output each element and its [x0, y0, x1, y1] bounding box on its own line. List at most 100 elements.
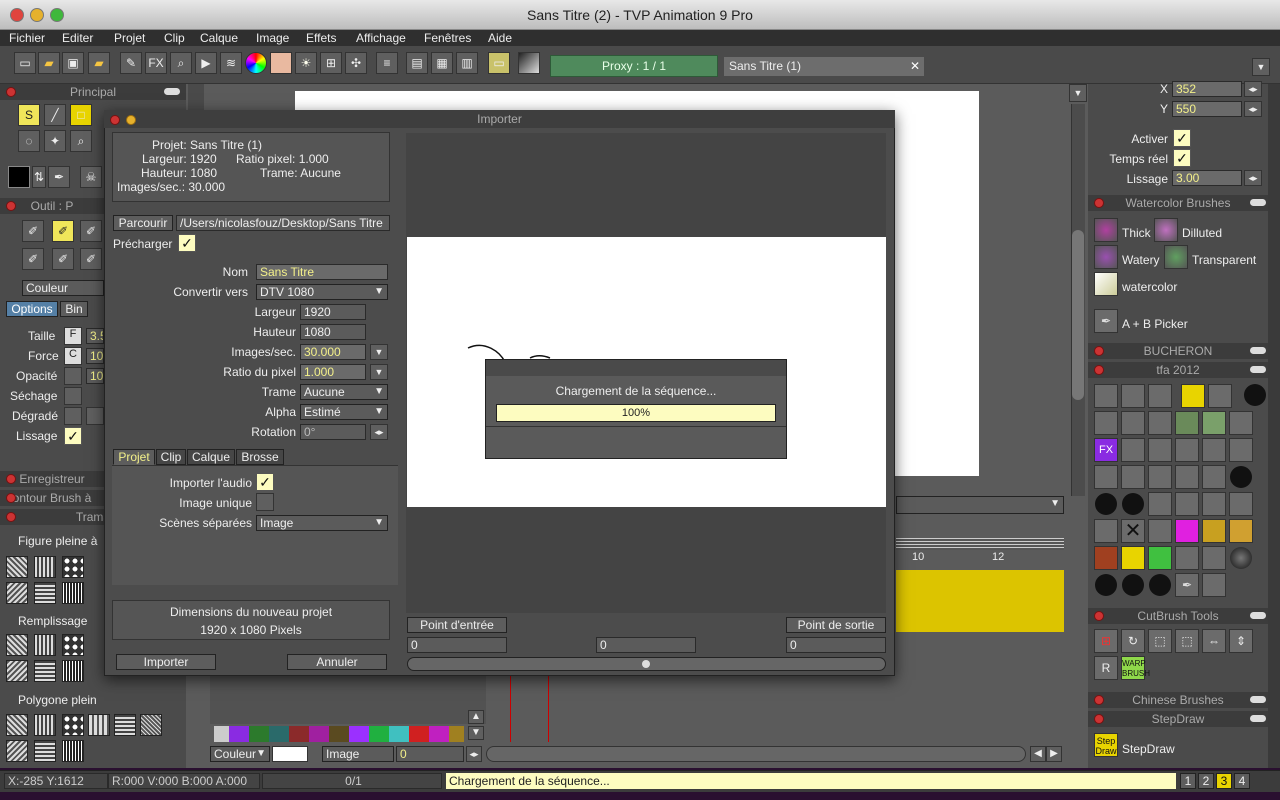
tab-brosse[interactable]: Brosse — [236, 449, 284, 465]
tfa-brush-icon[interactable] — [1175, 492, 1199, 516]
parcourir-button[interactable]: Parcourir — [113, 215, 173, 231]
tfa-brush-icon[interactable] — [1121, 384, 1145, 408]
tfa-brush-icon[interactable] — [1121, 411, 1145, 435]
grid2-icon[interactable]: ▦ — [431, 52, 453, 74]
transparent-brush-icon[interactable] — [1164, 245, 1188, 269]
path-field[interactable]: /Users/nicolasfouz/Desktop/Sans Titre — [176, 215, 390, 231]
mid-point-field[interactable]: 0 — [596, 637, 696, 653]
tfa-brush-icon[interactable] — [1148, 411, 1172, 435]
zoom-window-button[interactable] — [50, 8, 64, 22]
skull-icon[interactable]: ☠ — [80, 166, 102, 188]
taille-mode-box[interactable]: F — [64, 327, 82, 345]
menu-image[interactable]: Image — [256, 31, 289, 45]
pattern-swatch[interactable] — [62, 740, 84, 762]
collapse-stepdraw-icon[interactable] — [1250, 715, 1266, 722]
degrade-box[interactable] — [64, 407, 82, 425]
tfa-brush-icon[interactable] — [1175, 411, 1199, 435]
toolbar-dropdown-icon[interactable]: ▼ — [1252, 58, 1270, 76]
timeline-hscroll[interactable] — [486, 746, 1026, 762]
save-icon[interactable]: ▣ — [62, 52, 84, 74]
tfa-brush-icon[interactable] — [1148, 438, 1172, 462]
line-tool-icon[interactable]: ╱ — [44, 104, 66, 126]
stepdraw-icon[interactable]: Step Draw — [1094, 733, 1118, 757]
lightbulb-icon[interactable]: ☀ — [295, 52, 317, 74]
brush-tools-icon[interactable]: ✎ — [120, 52, 142, 74]
importer-audio-checkbox[interactable]: ✓ — [256, 473, 274, 491]
point-sortie-button[interactable]: Point de sortie — [786, 617, 886, 633]
pattern-swatch[interactable] — [62, 556, 84, 578]
force-field[interactable]: 10 — [86, 348, 104, 364]
opacite-field[interactable]: 10 — [86, 368, 104, 384]
tfa-brush-icon[interactable] — [1094, 411, 1118, 435]
monitor-icon[interactable]: ▭ — [488, 52, 510, 74]
largeur-field[interactable]: 1920 — [300, 304, 366, 320]
pattern-swatch[interactable] — [62, 634, 84, 656]
tfa-brush-icon[interactable] — [1148, 519, 1172, 543]
lissage-checkbox[interactable]: ✓ — [64, 427, 82, 445]
page-button-4[interactable]: 4 — [1234, 773, 1250, 789]
eyedropper-icon[interactable]: ✒ — [48, 166, 70, 188]
tfa-brush-icon[interactable] — [1181, 384, 1205, 408]
close-enregistreur-icon[interactable] — [6, 474, 16, 484]
dilluted-brush-icon[interactable] — [1154, 218, 1178, 242]
close-contour-icon[interactable] — [6, 493, 16, 503]
page-button-1[interactable]: 1 — [1180, 773, 1196, 789]
menu-fichier[interactable]: Fichier — [9, 31, 45, 45]
convertir-select[interactable]: DTV 1080 ▼ — [256, 284, 388, 300]
tfa-brush-icon[interactable] — [1148, 492, 1172, 516]
point-entree-button[interactable]: Point d'entrée — [407, 617, 507, 633]
tfa-brush-icon[interactable] — [1148, 546, 1172, 570]
tfa-brush-icon[interactable] — [1148, 465, 1172, 489]
page-button-3[interactable]: 3 — [1216, 773, 1232, 789]
tab-options[interactable]: Options — [6, 301, 58, 317]
warp-brush-icon[interactable]: WARP BRUSH — [1121, 656, 1150, 680]
pen-tool-icon[interactable]: S — [18, 104, 40, 126]
canvas-vscroll-thumb[interactable] — [1072, 230, 1084, 400]
tfa-brush-icon[interactable] — [1175, 438, 1199, 462]
timeline-right-arrow-icon[interactable]: ▶ — [1046, 746, 1062, 762]
sechage-box[interactable] — [64, 387, 82, 405]
timeline-couleur-select[interactable]: Couleur ▼ — [210, 746, 270, 762]
collapse-cutbrush-icon[interactable] — [1250, 612, 1266, 619]
tfa-brush-icon[interactable] — [1208, 384, 1232, 408]
tfa-brush-icon[interactable] — [1175, 546, 1199, 570]
tfa-round-brush-icon[interactable] — [1149, 574, 1171, 596]
y-stepper-icon[interactable]: ◂▸ — [1244, 101, 1262, 117]
tfa-brush-icon[interactable] — [1202, 573, 1226, 597]
play-icon[interactable]: ▶ — [195, 52, 217, 74]
minimize-window-button[interactable] — [30, 8, 44, 22]
tfa-round-brush-icon[interactable] — [1122, 574, 1144, 596]
watercolor-brush-icon[interactable] — [1094, 272, 1118, 296]
pattern-swatch[interactable] — [6, 582, 28, 604]
lissage-stepper-icon[interactable]: ◂▸ — [1244, 170, 1262, 186]
close-chinese-icon[interactable] — [1094, 695, 1104, 705]
alpha-select[interactable]: Estimé ▼ — [300, 404, 388, 420]
pattern-swatch[interactable] — [140, 714, 162, 736]
canvas-menu-icon[interactable]: ▼ — [1069, 84, 1087, 102]
swap-colors-icon[interactable]: ⇅ — [32, 166, 46, 188]
menu-aide[interactable]: Aide — [488, 31, 512, 45]
watery-label[interactable]: Watery — [1122, 253, 1160, 267]
tfa-brush-icon[interactable] — [1121, 546, 1145, 570]
tfa-round-brush-icon[interactable] — [1122, 493, 1144, 515]
layers-icon[interactable]: ≋ — [220, 52, 242, 74]
brush2-icon[interactable]: ✐ — [52, 220, 74, 242]
stack-icon[interactable]: ≡ — [376, 52, 398, 74]
ab-picker-icon[interactable]: ✒ — [1094, 309, 1118, 333]
nom-field[interactable]: Sans Titre — [256, 264, 388, 280]
tfa-brush-icon[interactable] — [1202, 465, 1226, 489]
tfa-brush-icon[interactable] — [1094, 384, 1118, 408]
tfa-brush-icon[interactable] — [1094, 465, 1118, 489]
tab-projet[interactable]: Projet — [113, 449, 155, 465]
pattern-swatch[interactable] — [6, 740, 28, 762]
couleur-select[interactable]: Couleur — [22, 280, 104, 296]
tfa-brush-icon[interactable] — [1229, 411, 1253, 435]
tfa-brush-icon[interactable] — [1202, 438, 1226, 462]
grid-icon[interactable]: ⊞ — [320, 52, 342, 74]
timeline-frame-field[interactable]: 0 — [396, 746, 464, 762]
cut-select-icon[interactable]: ⊞ — [1094, 629, 1118, 653]
out-point-field[interactable]: 0 — [786, 637, 886, 653]
close-trama-icon[interactable] — [6, 512, 16, 522]
dilluted-label[interactable]: Dilluted — [1182, 226, 1222, 240]
flip-x-icon[interactable]: ⇔ — [1202, 629, 1226, 653]
